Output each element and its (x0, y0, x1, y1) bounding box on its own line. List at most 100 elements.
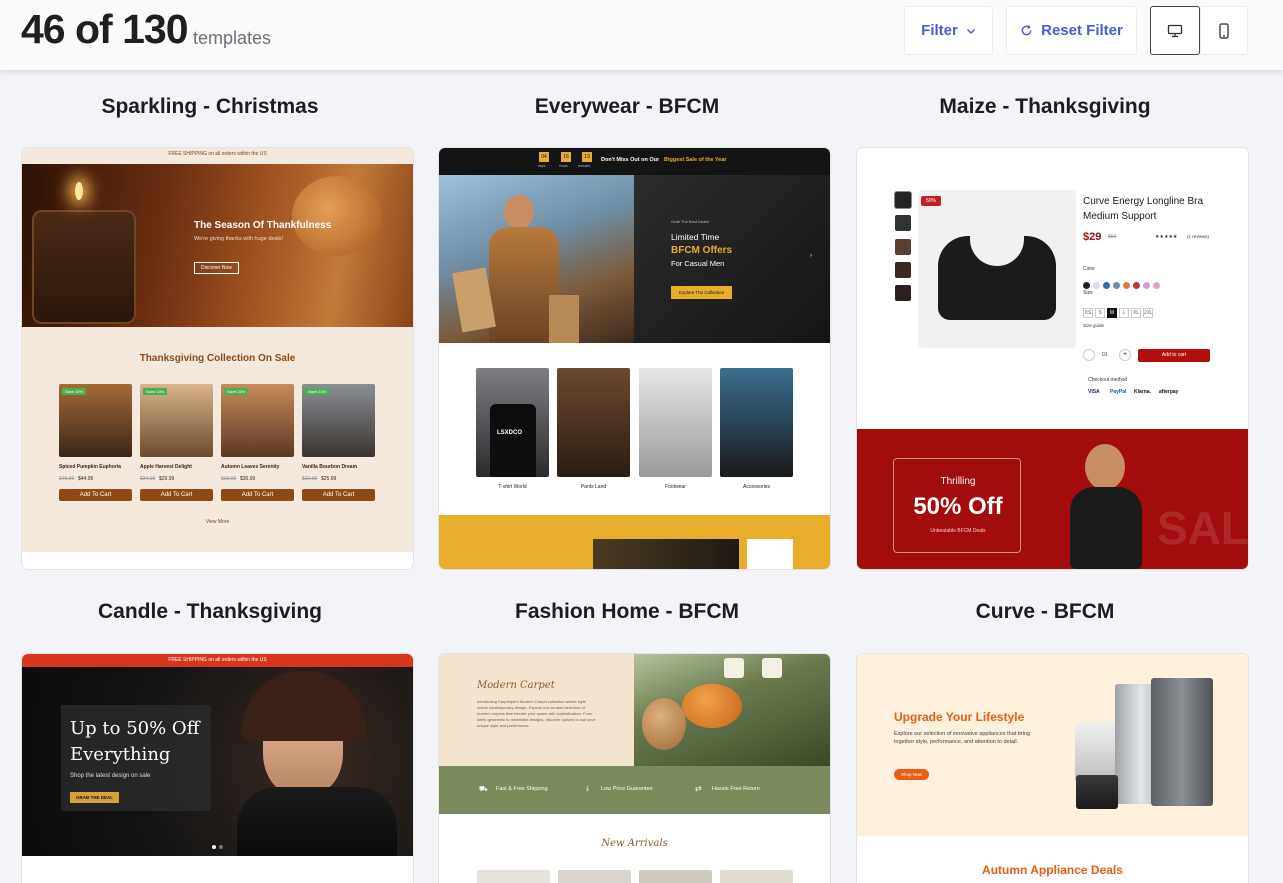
hero-cta[interactable]: Shop Now (894, 769, 929, 780)
mug-shape (724, 658, 744, 678)
size-guide-link[interactable]: Size guide (1083, 323, 1104, 328)
countdown-minutes: 13 (582, 152, 592, 162)
intro-panel: Modern Carpet Introducing Carpetiple's M… (439, 654, 634, 766)
template-title[interactable]: Fashion Home - BFCM (439, 600, 815, 624)
view-more-link[interactable]: View More (22, 519, 413, 525)
product-image[interactable]: Save 21% (302, 384, 375, 457)
category-label[interactable]: T-shirt World (476, 484, 549, 490)
size-option[interactable]: 2XL (1143, 308, 1153, 318)
mobile-icon (1219, 22, 1229, 39)
feature-label: Hassle Free Return (712, 786, 760, 792)
qty-decrement[interactable] (1083, 349, 1095, 361)
category-label[interactable]: Footwear (639, 484, 712, 490)
arrow-right-icon[interactable]: › (810, 253, 812, 259)
shopping-bag (549, 295, 579, 343)
price: $44.95 (78, 476, 94, 482)
product-image[interactable] (720, 870, 793, 883)
size-options[interactable]: XS S M L XL 2XL (1083, 301, 1155, 319)
template-card-candle[interactable]: FREE SHIPPING on all orders within the U… (22, 654, 413, 883)
template-title[interactable]: Curve - BFCM (857, 600, 1233, 624)
mug-shape (762, 658, 782, 678)
size-option[interactable]: M (1107, 308, 1117, 318)
category-label[interactable]: Pants Land (557, 484, 630, 490)
mobile-view-button[interactable] (1200, 6, 1248, 55)
old-price: $59 (1108, 234, 1117, 240)
intro-body: Introducing Carpetiple's Modern Carpet c… (477, 699, 596, 728)
template-title[interactable]: Maize - Thanksgiving (857, 95, 1233, 119)
add-to-cart-button[interactable]: Add To Cart (59, 489, 132, 501)
color-swatches[interactable] (1083, 276, 1163, 294)
desktop-view-button[interactable] (1150, 6, 1200, 55)
template-card-curve[interactable]: Upgrade Your Lifestyle Explore our selec… (857, 654, 1248, 883)
add-to-cart-button[interactable]: Add to cart (1138, 349, 1210, 362)
promo-band (439, 515, 830, 569)
category-image[interactable] (720, 368, 793, 477)
pumpkin-shape (682, 684, 742, 728)
gallery-thumb[interactable] (895, 239, 911, 255)
qty-increment[interactable]: + (1119, 349, 1131, 361)
hero-h1: Up to 50% Off (70, 718, 200, 739)
product-image[interactable] (477, 870, 550, 883)
sale-watermark: SALE (1157, 502, 1248, 554)
rating-stars: ★★★★★ (1155, 234, 1178, 240)
old-price: $32.99 (302, 476, 318, 482)
tshirt-shape (490, 404, 536, 477)
hero-body: Explore our selection of innovative appl… (894, 731, 1031, 745)
category-image[interactable] (557, 368, 630, 477)
carousel-dot[interactable] (219, 845, 223, 849)
old-price: $39.99 (221, 476, 237, 482)
template-title[interactable]: Candle - Thanksgiving (22, 600, 398, 624)
flame-icon (75, 182, 83, 200)
category-image[interactable] (639, 368, 712, 477)
payment-visa: VISA (1088, 389, 1100, 395)
product-image[interactable] (558, 870, 631, 883)
hero-cta[interactable]: Explore The Collection (671, 286, 733, 299)
top-bar: 46 of 130 templates Filter Reset Filter (0, 0, 1283, 70)
add-to-cart-button[interactable]: Add To Cart (221, 489, 294, 501)
category-label[interactable]: Accessories (720, 484, 793, 490)
color-label: Color (1083, 266, 1095, 272)
gallery-thumb[interactable] (895, 192, 911, 208)
hero-h1: Limited Time (671, 232, 720, 242)
reset-filter-button[interactable]: Reset Filter (1006, 6, 1137, 55)
template-title[interactable]: Sparkling - Christmas (22, 95, 398, 119)
gallery-thumb[interactable] (895, 262, 911, 278)
product-image[interactable]: Save 10% (59, 384, 132, 457)
old-price: $49.99 (59, 476, 75, 482)
product-image[interactable]: Save 22% (221, 384, 294, 457)
carousel-dot[interactable] (212, 845, 216, 849)
template-card-everywear[interactable]: 04 16 13 days hours minutes Don't Miss O… (439, 148, 830, 569)
refresh-icon (1021, 25, 1032, 36)
product-image[interactable] (639, 870, 712, 883)
filter-button[interactable]: Filter (904, 6, 993, 55)
hero-sub: We're giving thanks with huge deals! (194, 236, 283, 242)
template-title[interactable]: Everywear - BFCM (439, 95, 815, 119)
reviews-count: (1 reviews) (1187, 234, 1210, 239)
truck-icon: ⛟ (479, 786, 488, 793)
filter-label: Filter (921, 22, 958, 39)
qty-value[interactable]: 01 (1102, 352, 1108, 358)
template-card-sparkling[interactable]: FREE SHIPPING on all orders within the U… (22, 148, 413, 569)
hero-h3: For Casual Men (671, 259, 725, 268)
hero-h2: BFCM Offers (671, 245, 733, 256)
size-option[interactable]: S (1095, 308, 1105, 318)
add-to-cart-button[interactable]: Add To Cart (140, 489, 213, 501)
promo-box: Thrilling 50% Off Unbeatable BFCM Deals (893, 458, 1021, 553)
template-card-maize[interactable]: 50% Curve Energy Longline Bra Medium Sup… (857, 148, 1248, 569)
product-name: Autumn Leaves Serenity (221, 464, 280, 470)
template-card-fashion-home[interactable]: Modern Carpet Introducing Carpetiple's M… (439, 654, 830, 883)
pumpkin-shape (642, 698, 686, 750)
model-top (237, 787, 397, 856)
pumpkin-shape (292, 176, 382, 256)
add-to-cart-button[interactable]: Add To Cart (302, 489, 375, 501)
return-icon: ⇄ (695, 784, 702, 793)
hero-cta[interactable]: GRAB THE DEAL (70, 792, 119, 803)
size-option[interactable]: XS (1083, 308, 1093, 318)
gallery-thumb[interactable] (895, 285, 911, 301)
product-image[interactable]: Save 14% (140, 384, 213, 457)
size-option[interactable]: XL (1131, 308, 1141, 318)
gallery-thumb[interactable] (895, 215, 911, 231)
hero-cta[interactable]: Discover Now (194, 262, 239, 274)
category-image[interactable]: LSXDCO (476, 368, 549, 477)
size-option[interactable]: L (1119, 308, 1129, 318)
